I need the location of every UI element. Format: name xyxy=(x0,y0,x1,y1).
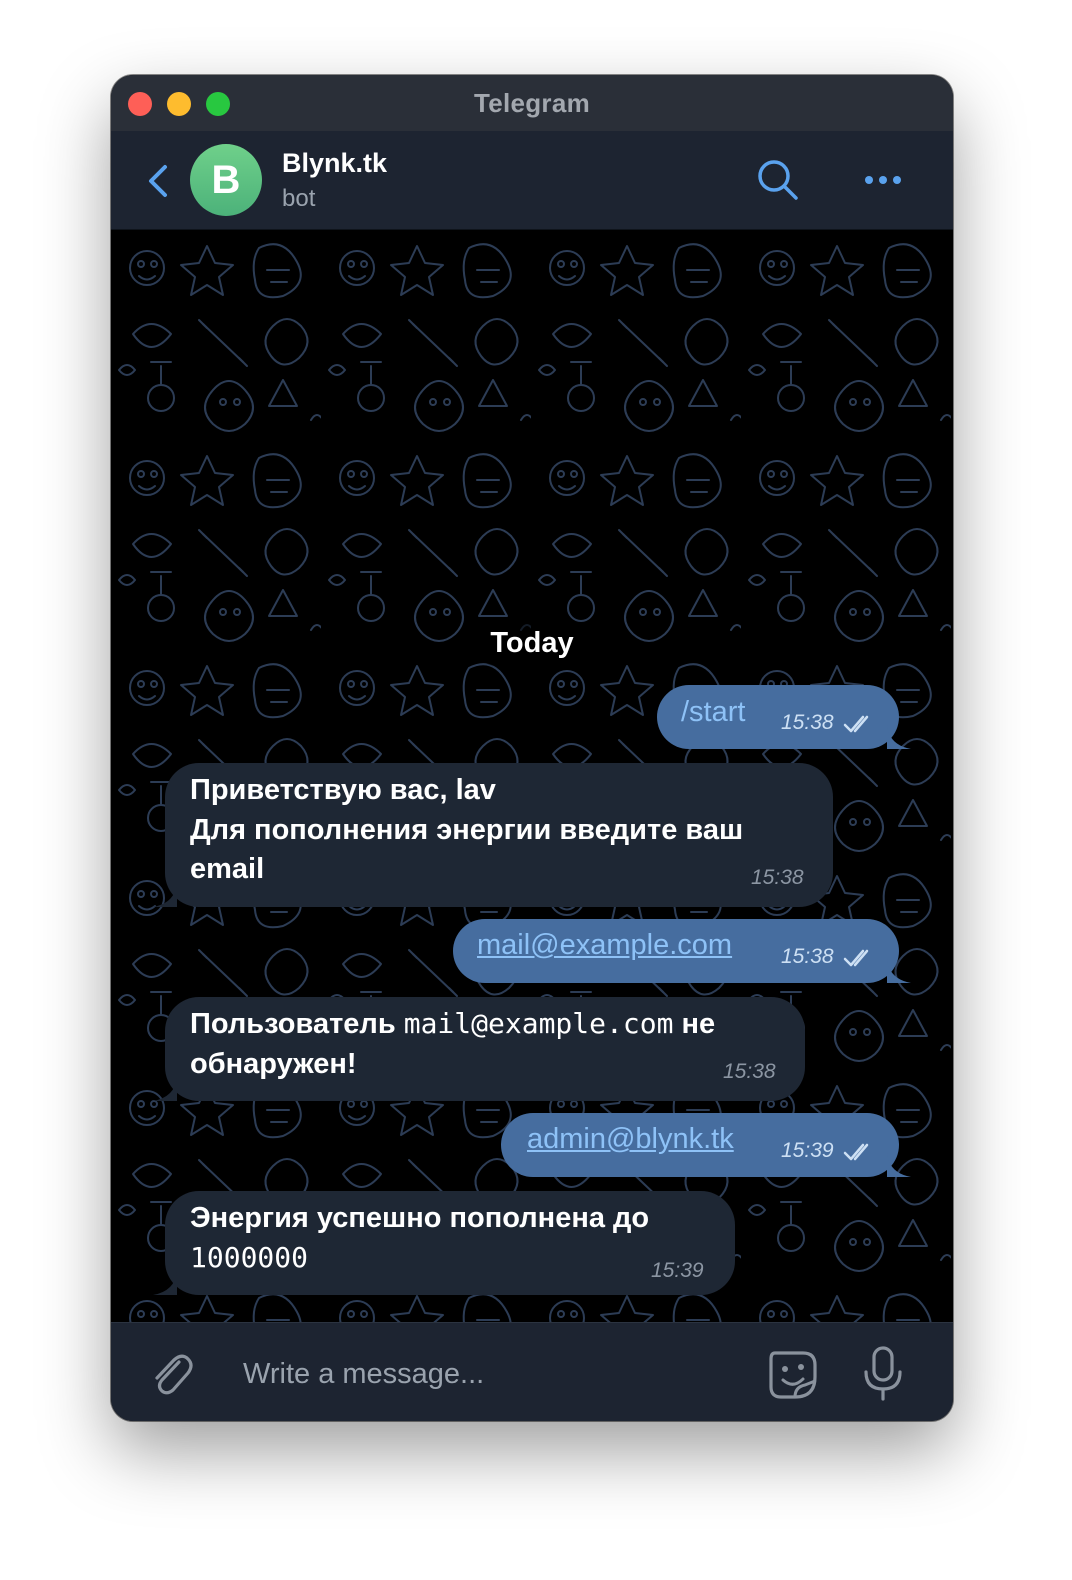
double-check-icon xyxy=(843,949,869,967)
inline-code[interactable]: mail@example.com xyxy=(404,1007,674,1040)
incoming-message[interactable]: Энергия успешно пополнена до 1000000 15:… xyxy=(153,1191,735,1295)
bubble-tail xyxy=(153,883,177,907)
chat-history[interactable]: Today /start 15:38 Приветствую вас, lav … xyxy=(111,230,953,1322)
outgoing-message[interactable]: mail@example.com 15:38 xyxy=(453,919,911,983)
message-text-line: Энергия успешно пополнена до xyxy=(190,1202,650,1234)
bubble-tail xyxy=(153,1271,177,1295)
bubble-tail xyxy=(887,725,911,749)
email-link[interactable]: mail@example.com xyxy=(477,929,732,962)
telegram-window: Telegram B Blynk.tk bot Today /start 15:… xyxy=(111,75,953,1421)
outgoing-message[interactable]: /start 15:38 xyxy=(657,685,911,749)
inline-code[interactable]: 1000000 xyxy=(190,1238,308,1278)
back-arrow-icon[interactable] xyxy=(141,161,175,201)
message-input[interactable] xyxy=(241,1351,745,1397)
message-text-line: Для пополнения энергии введите ваш xyxy=(190,814,744,846)
message-text: Пользователь xyxy=(190,1008,396,1040)
chat-header: B Blynk.tk bot xyxy=(111,131,953,230)
incoming-message[interactable]: Пользователь mail@example.com не обнаруж… xyxy=(153,997,805,1101)
more-icon[interactable] xyxy=(863,167,903,193)
window-title: Telegram xyxy=(473,88,591,118)
search-icon[interactable] xyxy=(755,157,801,203)
message-text-line: Пользователь mail@example.com не xyxy=(190,1004,715,1044)
message-text: не xyxy=(681,1008,716,1040)
message-text-line: обнаружен! xyxy=(190,1048,357,1080)
chat-name[interactable]: Blynk.tk xyxy=(282,148,387,179)
microphone-icon[interactable] xyxy=(861,1345,905,1403)
paperclip-icon[interactable] xyxy=(147,1348,195,1400)
message-composer xyxy=(111,1322,953,1421)
outgoing-message[interactable]: admin@blynk.tk 15:39 xyxy=(501,1113,911,1177)
email-link[interactable]: admin@blynk.tk xyxy=(527,1123,734,1156)
command-link[interactable]: /start xyxy=(681,696,745,729)
message-time: 15:38 xyxy=(751,866,804,889)
message-time: 15:38 xyxy=(781,945,834,968)
chat-status: bot xyxy=(282,185,316,212)
double-check-icon xyxy=(843,1143,869,1161)
message-text-line: Приветствую вас, lav xyxy=(190,774,496,806)
message-time: 15:39 xyxy=(651,1259,704,1282)
date-separator: Today xyxy=(474,620,590,666)
double-check-icon xyxy=(843,715,869,733)
message-time: 15:38 xyxy=(723,1060,776,1083)
bubble-tail xyxy=(887,959,911,983)
bubble-tail xyxy=(887,1153,911,1177)
message-time: 15:38 xyxy=(781,711,834,734)
avatar[interactable]: B xyxy=(190,144,262,216)
message-time: 15:39 xyxy=(781,1139,834,1162)
incoming-message[interactable]: Приветствую вас, lav Для пополнения энер… xyxy=(153,763,833,907)
window-titlebar: Telegram xyxy=(111,75,953,131)
message-text-line: email xyxy=(190,853,265,885)
sticker-icon[interactable] xyxy=(765,1347,821,1403)
bubble-tail xyxy=(153,1077,177,1101)
